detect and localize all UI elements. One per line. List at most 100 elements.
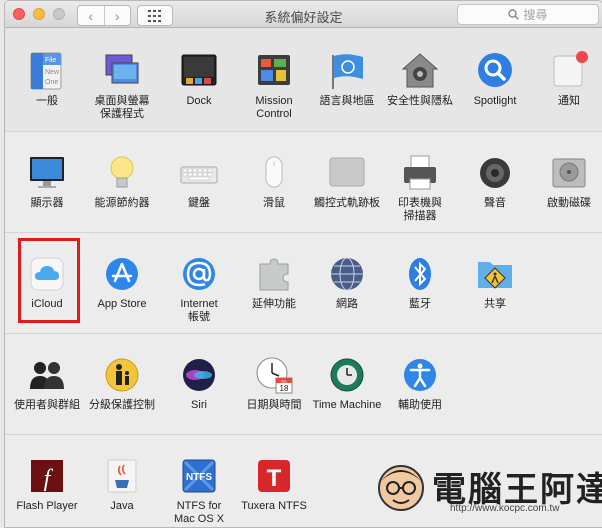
un-flag-icon xyxy=(327,51,367,91)
pane-printers-scanners[interactable]: 印表機與 掃描器 xyxy=(382,153,458,223)
pane-label: 觸控式軌跡板 xyxy=(314,197,380,209)
app-store-icon xyxy=(102,254,142,294)
pane-siri[interactable]: Siri xyxy=(161,355,237,412)
accessibility-icon xyxy=(400,355,440,395)
svg-text:One: One xyxy=(45,79,58,86)
pane-spotlight[interactable]: Spotlight xyxy=(457,51,533,108)
time-machine-icon xyxy=(327,355,367,395)
at-sign-icon xyxy=(179,254,219,294)
pane-parental-controls[interactable]: 分級保護控制 xyxy=(84,355,160,412)
search-placeholder: 搜尋 xyxy=(523,8,548,22)
notifications-icon xyxy=(549,51,589,91)
svg-text:18: 18 xyxy=(280,384,289,393)
pane-label: 一般 xyxy=(36,95,58,107)
pane-java[interactable]: Java xyxy=(84,456,160,513)
printer-icon xyxy=(400,153,440,193)
puzzle-piece-icon xyxy=(254,254,294,294)
house-lock-icon xyxy=(400,51,440,91)
hard-disk-icon xyxy=(549,153,589,193)
pane-label: 桌面與螢幕 保護程式 xyxy=(94,95,150,120)
pane-label: 滑鼠 xyxy=(263,197,285,209)
pane-general[interactable]: File New One 一般 xyxy=(9,51,85,108)
flash-player-icon: f xyxy=(27,456,67,496)
users-icon xyxy=(27,355,67,395)
spotlight-icon xyxy=(475,51,515,91)
pane-label: Mission Control xyxy=(255,95,293,120)
pane-label: Spotlight xyxy=(473,95,517,107)
bluetooth-icon xyxy=(400,254,440,294)
pane-label: Tuxera NTFS xyxy=(241,500,307,512)
keyboard-icon xyxy=(179,153,219,193)
pane-label: 通知 xyxy=(558,95,580,107)
pane-time-machine[interactable]: Time Machine xyxy=(309,355,385,412)
pane-label: Internet 帳號 xyxy=(180,298,218,323)
pane-trackpad[interactable]: 觸控式軌跡板 xyxy=(309,153,385,210)
dock-icon xyxy=(179,51,219,91)
search-field[interactable]: 搜尋 xyxy=(457,4,599,25)
pane-tuxera-ntfs[interactable]: T Tuxera NTFS xyxy=(236,456,312,513)
pane-date-time[interactable]: JUL 18 日期與時間 xyxy=(236,355,312,412)
pane-label: Java xyxy=(110,500,134,512)
light-bulb-icon xyxy=(102,153,142,193)
tuxera-icon: T xyxy=(254,456,294,496)
pane-internet-accounts[interactable]: Internet 帳號 xyxy=(161,254,237,324)
pane-security-privacy[interactable]: 安全性與隱私 xyxy=(382,51,458,108)
pane-label: 能源節約器 xyxy=(94,197,150,209)
pane-label: Siri xyxy=(191,399,207,411)
pane-sharing[interactable]: 共享 xyxy=(457,254,533,311)
clock-calendar-icon: JUL 18 xyxy=(254,355,294,395)
pane-mouse[interactable]: 滑鼠 xyxy=(236,153,312,210)
pane-startup-disk[interactable]: 啟動磁碟 xyxy=(531,153,602,210)
pane-label: 輔助使用 xyxy=(398,399,442,411)
svg-text:NTFS: NTFS xyxy=(186,472,212,483)
svg-text:New: New xyxy=(45,69,60,76)
pane-users-groups[interactable]: 使用者與群組 xyxy=(9,355,85,412)
pane-label: 分級保護控制 xyxy=(89,399,155,411)
svg-text:T: T xyxy=(267,465,282,492)
pane-sound[interactable]: 聲音 xyxy=(457,153,533,210)
watermark: 電腦王阿達 http://www.kocpc.com.tw xyxy=(372,458,602,518)
globe-icon xyxy=(327,254,367,294)
watermark-url: http://www.kocpc.com.tw xyxy=(450,503,560,514)
general-icon: File New One xyxy=(27,51,67,91)
pane-label: NTFS for Mac OS X xyxy=(173,500,225,525)
pane-dock[interactable]: Dock xyxy=(161,51,237,108)
pane-language-region[interactable]: 語言與地區 xyxy=(309,51,385,108)
pane-label: 印表機與 掃描器 xyxy=(398,197,442,222)
mission-control-icon xyxy=(254,51,294,91)
pane-ntfs-for-mac[interactable]: NTFS NTFS for Mac OS X xyxy=(161,456,237,526)
pane-flash-player[interactable]: f Flash Player xyxy=(9,456,85,513)
pane-extensions[interactable]: 延伸功能 xyxy=(236,254,312,311)
speaker-icon xyxy=(475,153,515,193)
sharing-folder-icon xyxy=(475,254,515,294)
pane-label: 網路 xyxy=(336,298,358,310)
pane-keyboard[interactable]: 鍵盤 xyxy=(161,153,237,210)
pane-label: 鍵盤 xyxy=(188,197,210,209)
pane-label: 日期與時間 xyxy=(246,399,302,411)
search-icon xyxy=(508,9,520,20)
pane-accessibility[interactable]: 輔助使用 xyxy=(382,355,458,412)
pane-desktop-screensaver[interactable]: 桌面與螢幕 保護程式 xyxy=(84,51,160,121)
pane-mission-control[interactable]: Mission Control xyxy=(236,51,312,121)
pane-displays[interactable]: 顯示器 xyxy=(9,153,85,210)
pane-label: 安全性與隱私 xyxy=(387,95,453,107)
parental-controls-icon xyxy=(102,355,142,395)
display-icon xyxy=(27,153,67,193)
pane-label: 共享 xyxy=(484,298,506,310)
svg-text:JUL: JUL xyxy=(280,379,288,384)
siri-icon xyxy=(179,355,219,395)
pane-notifications[interactable]: 通知 xyxy=(531,51,602,108)
pane-energy-saver[interactable]: 能源節約器 xyxy=(84,153,160,210)
svg-text:File: File xyxy=(45,57,56,64)
pane-bluetooth[interactable]: 藍牙 xyxy=(382,254,458,311)
pane-label: 聲音 xyxy=(484,197,506,209)
pane-label: Dock xyxy=(186,95,212,107)
pane-network[interactable]: 網路 xyxy=(309,254,385,311)
pane-label: 啟動磁碟 xyxy=(547,197,591,209)
java-icon xyxy=(102,456,142,496)
pane-app-store[interactable]: App Store xyxy=(84,254,160,311)
mouse-icon xyxy=(254,153,294,193)
trackpad-icon xyxy=(327,153,367,193)
pane-label: 藍牙 xyxy=(409,298,431,310)
mascot-face-icon xyxy=(378,465,424,511)
